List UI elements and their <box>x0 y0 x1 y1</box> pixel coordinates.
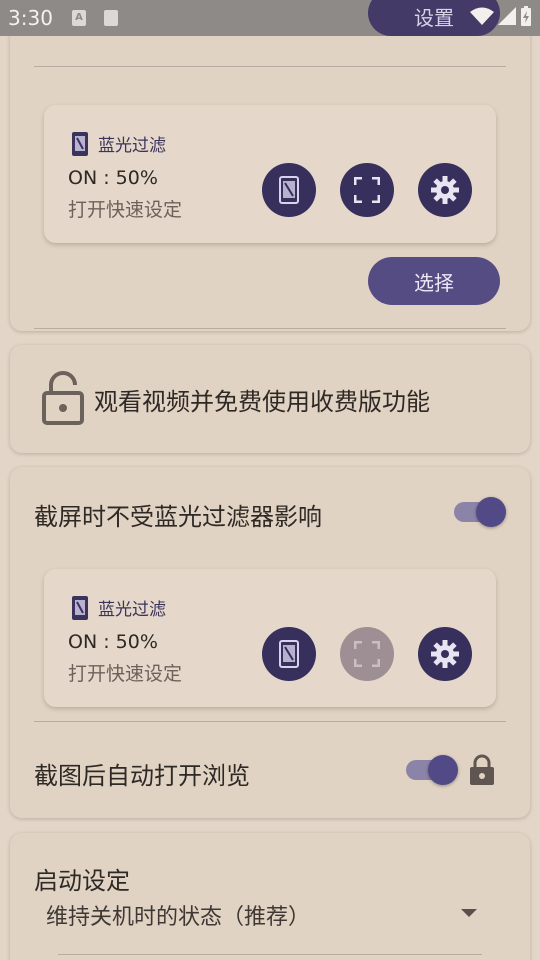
divider <box>34 328 506 329</box>
lock-icon <box>42 371 84 425</box>
dropdown-underline <box>58 954 482 955</box>
notification-phone-icon <box>104 10 118 26</box>
unlock-label: 观看视频并免费使用收费版功能 <box>94 388 430 416</box>
divider <box>34 66 506 67</box>
select-button[interactable]: 选择 <box>368 257 500 305</box>
settings-button[interactable] <box>418 627 472 681</box>
tile-title: 蓝光过滤 <box>98 600 166 620</box>
auto-open-label: 截图后自动打开浏览 <box>34 762 250 790</box>
phone-filter-icon <box>279 176 299 204</box>
chevron-down-icon[interactable] <box>461 909 477 917</box>
gear-icon <box>431 176 459 204</box>
signal-icon <box>498 7 516 25</box>
fullscreen-icon <box>354 177 380 203</box>
settings-button[interactable] <box>418 163 472 217</box>
tile-subtitle: 打开快速设定 <box>68 663 183 685</box>
startup-settings-card <box>10 833 530 960</box>
filter-toggle-button[interactable] <box>262 627 316 681</box>
tile-header: 蓝光过滤 <box>72 595 166 620</box>
phone-icon <box>72 595 88 620</box>
tile-header: 蓝光过滤 <box>72 131 166 156</box>
phone-icon <box>72 131 88 156</box>
startup-dropdown-value[interactable]: 维持关机时的状态（推荐） <box>46 899 310 931</box>
screen-capture-button[interactable] <box>340 163 394 217</box>
overlay-settings-label[interactable]: 设置 <box>414 2 454 31</box>
screenshot-toggle-switch[interactable] <box>454 494 508 530</box>
tile-status: ON : 50% <box>68 631 158 653</box>
divider <box>34 721 506 722</box>
unlock-premium-card[interactable]: 观看视频并免费使用收费版功能 <box>10 345 530 453</box>
auto-open-switch[interactable] <box>406 752 460 788</box>
screen-capture-button-disabled[interactable] <box>340 627 394 681</box>
lock-icon <box>470 754 494 785</box>
startup-title: 启动设定 <box>34 867 130 895</box>
phone-filter-icon <box>279 640 299 668</box>
battery-icon <box>521 6 531 26</box>
quick-setting-tile[interactable]: 蓝光过滤 ON : 50% 打开快速设定 <box>44 105 496 243</box>
status-time: 3:30 <box>8 6 53 30</box>
gear-icon <box>431 640 459 668</box>
switch-thumb <box>428 755 458 785</box>
tile-status: ON : 50% <box>68 167 158 189</box>
tile-title: 蓝光过滤 <box>98 136 166 156</box>
switch-thumb <box>476 497 506 527</box>
tile-subtitle: 打开快速设定 <box>68 199 183 221</box>
fullscreen-icon <box>354 641 380 667</box>
filter-toggle-button[interactable] <box>262 163 316 217</box>
status-icons <box>470 6 532 26</box>
wifi-icon <box>470 7 494 25</box>
quick-setting-tile-2[interactable]: 蓝光过滤 ON : 50% 打开快速设定 <box>44 569 496 707</box>
screenshot-toggle-label: 截屏时不受蓝光过滤器影响 <box>34 503 322 531</box>
notification-a-icon: A <box>72 10 86 26</box>
